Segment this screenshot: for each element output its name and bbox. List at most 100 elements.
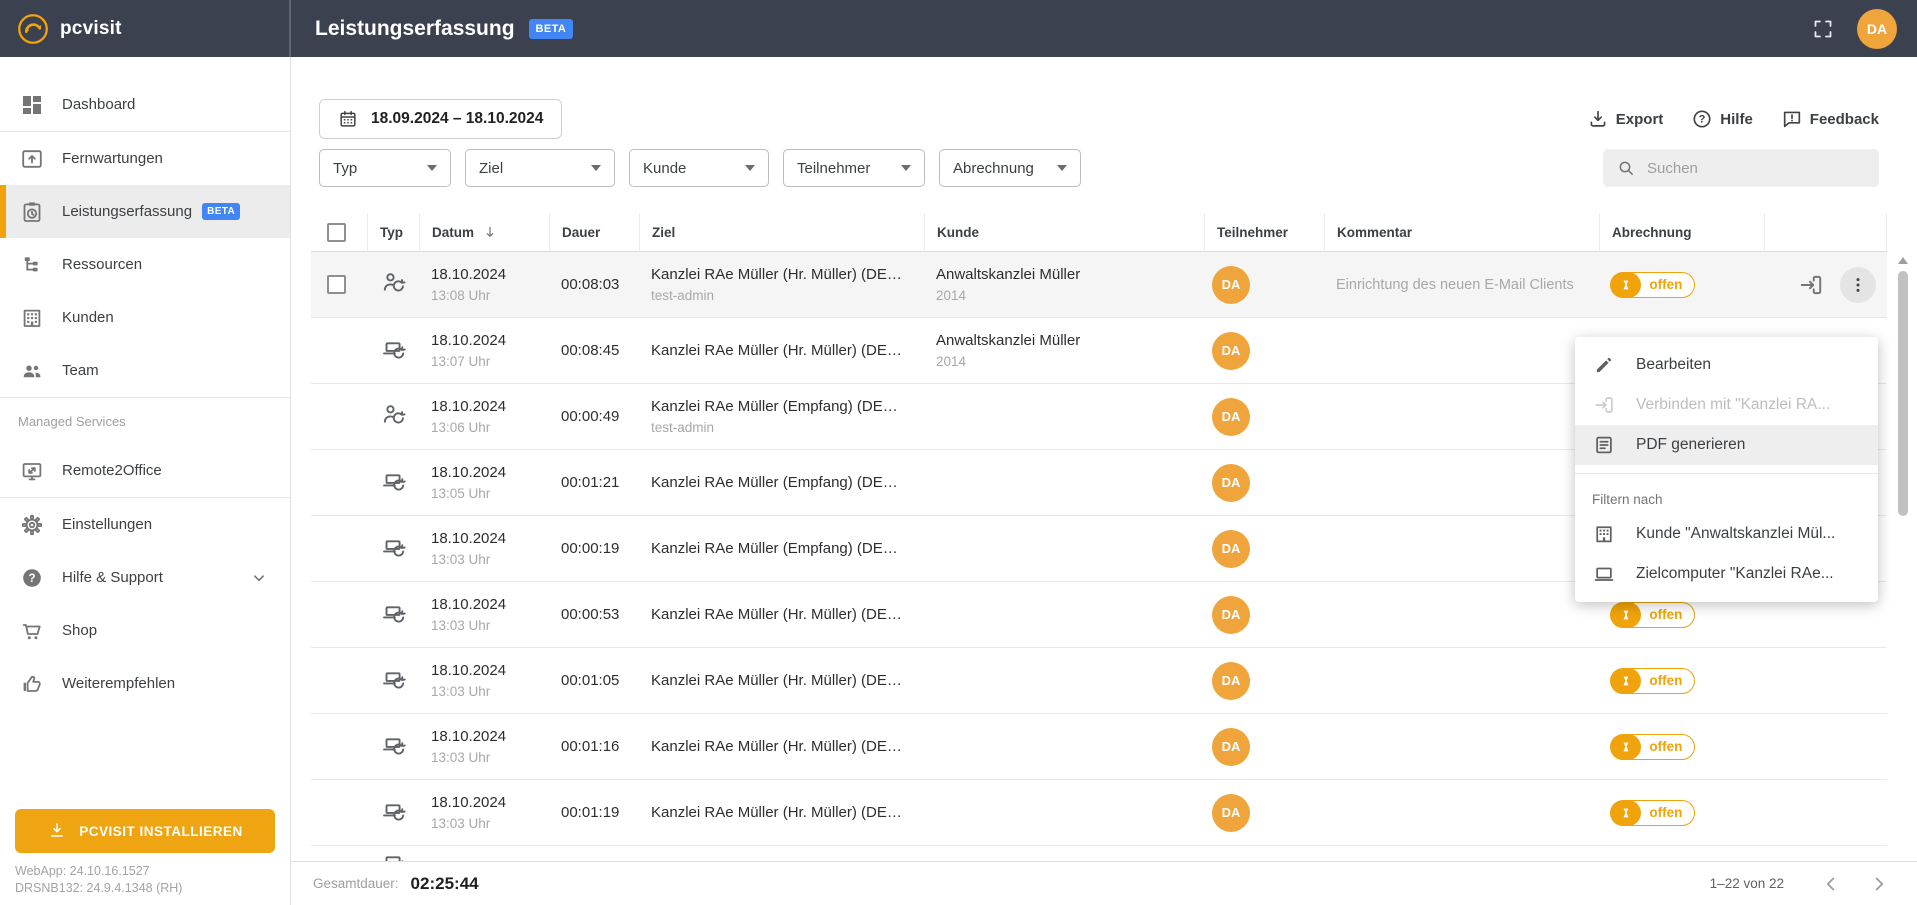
menu-item-bearbeiten[interactable]: Bearbeiten: [1575, 345, 1878, 385]
sidebar-item-fernwartungen[interactable]: Fernwartungen: [0, 132, 290, 185]
fullscreen-icon[interactable]: [1811, 17, 1835, 41]
row-duration: 00:08:45: [561, 342, 619, 359]
row-target: Kanzlei RAe Müller (Hr. Müller) (DE…: [651, 737, 902, 757]
filter-teilnehmer[interactable]: Teilnehmer: [783, 149, 925, 187]
more-vert-icon: [1848, 275, 1868, 295]
row-date: 18.10.2024: [431, 463, 506, 483]
open-session-icon[interactable]: [1798, 272, 1824, 298]
vertical-scrollbar: [1896, 257, 1910, 859]
column-header-kunde: Kunde: [924, 213, 1204, 251]
row-duration: 00:01:05: [561, 672, 619, 689]
table-header: Typ Datum Dauer Ziel Kunde Teilnehmer Ko…: [311, 213, 1887, 252]
row-time: 13:06 Uhr: [431, 419, 506, 437]
pcvisit-logo-icon: [17, 13, 49, 45]
hourglass-icon: [1610, 734, 1641, 760]
menu-item-filter-zielcomputer[interactable]: Zielcomputer "Kanzlei RAe...: [1575, 554, 1878, 594]
billing-badge: offen: [1611, 800, 1695, 826]
row-customer: Anwaltskanzlei Müller: [936, 265, 1080, 285]
computer-session-icon: [380, 599, 407, 631]
caret-down-icon: [745, 165, 755, 171]
table-row[interactable]: 18.10.202413:08 Uhr 00:08:03 Kanzlei RAe…: [311, 252, 1887, 318]
beta-badge: BETA: [529, 19, 574, 39]
sidebar-item-weiterempfehlen[interactable]: Weiterempfehlen: [0, 657, 290, 710]
sidebar-item-einstellungen[interactable]: Einstellungen: [0, 498, 290, 551]
table-row[interactable]: 18.10.202413:03 Uhr 00:01:05 Kanzlei RAe…: [311, 648, 1887, 714]
row-time: 13:03 Uhr: [431, 815, 506, 833]
row-duration: 00:08:03: [561, 276, 619, 293]
filter-abrechnung[interactable]: Abrechnung: [939, 149, 1081, 187]
table-footer: Gesamtdauer: 02:25:44 1–22 von 22: [291, 861, 1917, 905]
hourglass-icon: [1610, 272, 1641, 298]
install-pcvisit-button[interactable]: PCVISIT INSTALLIEREN: [15, 809, 275, 853]
search-input[interactable]: [1647, 160, 1866, 177]
feedback-icon: [1781, 108, 1803, 130]
row-checkbox[interactable]: [327, 275, 346, 294]
help-circle-icon: ?: [18, 566, 46, 590]
row-customer-sub: 2014: [936, 353, 1080, 371]
participant-avatar: DA: [1212, 398, 1250, 436]
connect-icon: [1592, 394, 1616, 416]
user-avatar[interactable]: DA: [1857, 9, 1897, 49]
column-header-abrechnung: Abrechnung: [1599, 213, 1764, 251]
filter-ziel[interactable]: Ziel: [465, 149, 615, 187]
row-date: 18.10.2024: [431, 595, 506, 615]
billing-badge: offen: [1611, 668, 1695, 694]
laptop-icon: [1592, 563, 1616, 585]
row-time: 13:03 Uhr: [431, 749, 506, 767]
sidebar-item-team[interactable]: Team: [0, 344, 290, 397]
table-row[interactable]: 18.10.202413:03 Uhr 00:01:16 Kanzlei RAe…: [311, 714, 1887, 780]
row-target-sub: test-admin: [651, 287, 902, 305]
sidebar-nav: Dashboard Fernwartungen Leistungserfassu…: [0, 57, 290, 809]
row-menu-button[interactable]: [1840, 267, 1876, 303]
sidebar-item-remote2office[interactable]: Remote2Office: [0, 444, 290, 497]
brand-logo[interactable]: pcvisit: [0, 0, 290, 57]
row-duration: 00:01:21: [561, 474, 619, 491]
select-all-checkbox[interactable]: [327, 223, 346, 242]
sidebar-item-ressourcen[interactable]: Ressourcen: [0, 238, 290, 291]
filter-typ[interactable]: Typ: [319, 149, 451, 187]
customers-building-icon: [18, 306, 46, 330]
export-button[interactable]: Export: [1587, 108, 1664, 130]
previous-page-button[interactable]: [1820, 873, 1842, 895]
gear-icon: [18, 513, 46, 537]
menu-item-filter-kunde[interactable]: Kunde "Anwaltskanzlei Mül...: [1575, 514, 1878, 554]
feedback-button[interactable]: Feedback: [1781, 108, 1879, 130]
participant-avatar: DA: [1212, 530, 1250, 568]
divider: [1575, 473, 1878, 474]
billing-badge: offen: [1611, 602, 1695, 628]
caret-down-icon: [1057, 165, 1067, 171]
service-recording-icon: [18, 200, 46, 224]
scrollbar-up-arrow[interactable]: [1898, 257, 1908, 264]
chevron-down-icon: [248, 567, 270, 589]
row-date: 18.10.2024: [431, 727, 506, 747]
column-header-datum[interactable]: Datum: [419, 213, 549, 251]
next-page-button[interactable]: [1868, 873, 1890, 895]
computer-session-icon: [380, 731, 407, 763]
sidebar-item-shop[interactable]: Shop: [0, 604, 290, 657]
participant-avatar: DA: [1212, 728, 1250, 766]
menu-item-pdf-generieren[interactable]: PDF generieren: [1575, 425, 1878, 465]
sidebar-item-leistungserfassung[interactable]: Leistungserfassung BETA: [0, 185, 290, 238]
user-session-icon: [380, 401, 407, 433]
sidebar-item-hilfe-support[interactable]: ? Hilfe & Support: [0, 551, 290, 604]
row-target-sub: test-admin: [651, 419, 898, 437]
row-time: 13:03 Uhr: [431, 617, 506, 635]
filter-bar: Typ Ziel Kunde Teilnehmer Abrechnung: [319, 149, 1081, 187]
filter-kunde[interactable]: Kunde: [629, 149, 769, 187]
scrollbar-thumb[interactable]: [1898, 271, 1908, 516]
participant-avatar: DA: [1212, 464, 1250, 502]
pagination-range: 1–22 von 22: [1710, 876, 1784, 891]
date-range-button[interactable]: 18.09.2024 – 18.10.2024: [319, 99, 562, 139]
column-header-ziel: Ziel: [639, 213, 924, 251]
row-time: 13:05 Uhr: [431, 485, 506, 503]
table-row[interactable]: [311, 846, 1887, 861]
sidebar-item-dashboard[interactable]: Dashboard: [0, 78, 290, 131]
row-target: Kanzlei RAe Müller (Hr. Müller) (DE…: [651, 671, 902, 691]
pencil-icon: [1592, 354, 1616, 376]
total-duration-label: Gesamtdauer:: [313, 876, 399, 891]
row-target: Kanzlei RAe Müller (Hr. Müller) (DE…: [651, 803, 902, 823]
help-button[interactable]: ? Hilfe: [1691, 108, 1753, 130]
sidebar-item-kunden[interactable]: Kunden: [0, 291, 290, 344]
table-row[interactable]: 18.10.202413:03 Uhr 00:01:19 Kanzlei RAe…: [311, 780, 1887, 846]
row-target: Kanzlei RAe Müller (Empfang) (DE…: [651, 397, 898, 417]
